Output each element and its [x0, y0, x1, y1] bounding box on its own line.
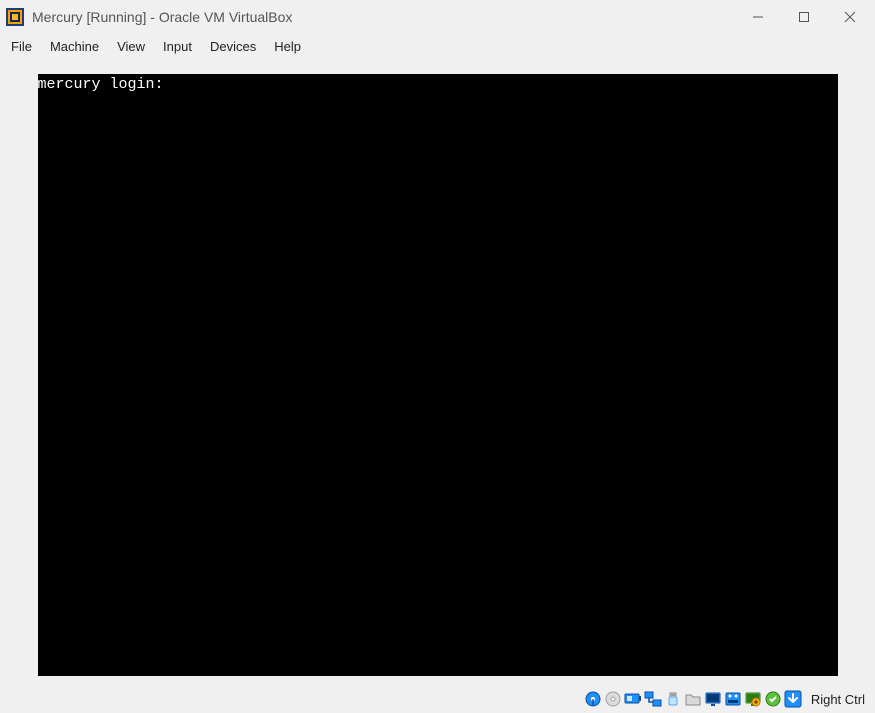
window-controls	[735, 0, 873, 34]
menu-machine[interactable]: Machine	[41, 36, 108, 57]
window-title: Mercury [Running] - Oracle VM VirtualBox	[32, 9, 292, 25]
hard-disk-icon[interactable]	[583, 689, 603, 709]
usb-icon[interactable]	[663, 689, 683, 709]
minimize-button[interactable]	[735, 0, 781, 34]
optical-disc-icon[interactable]	[603, 689, 623, 709]
video-capture-icon[interactable]	[723, 689, 743, 709]
statusbar: Right Ctrl	[0, 685, 875, 713]
status-icons	[583, 689, 803, 709]
shared-folder-icon[interactable]	[683, 689, 703, 709]
virtualbox-app-icon	[6, 8, 24, 26]
host-key-label[interactable]: Right Ctrl	[807, 692, 869, 707]
network-icon[interactable]	[643, 689, 663, 709]
activity-indicator-icon[interactable]	[763, 689, 783, 709]
menu-file[interactable]: File	[2, 36, 41, 57]
audio-icon[interactable]	[623, 689, 643, 709]
vm-console[interactable]: mercury login:	[38, 74, 838, 676]
maximize-button[interactable]	[781, 0, 827, 34]
menubar: File Machine View Input Devices Help	[0, 34, 875, 58]
host-key-indicator-icon[interactable]	[783, 689, 803, 709]
close-button[interactable]	[827, 0, 873, 34]
titlebar: Mercury [Running] - Oracle VM VirtualBox	[0, 0, 875, 34]
guest-display-area: mercury login:	[0, 58, 875, 685]
menu-input[interactable]: Input	[154, 36, 201, 57]
menu-help[interactable]: Help	[265, 36, 310, 57]
display-icon[interactable]	[703, 689, 723, 709]
guest-additions-icon[interactable]	[743, 689, 763, 709]
menu-view[interactable]: View	[108, 36, 154, 57]
menu-devices[interactable]: Devices	[201, 36, 265, 57]
